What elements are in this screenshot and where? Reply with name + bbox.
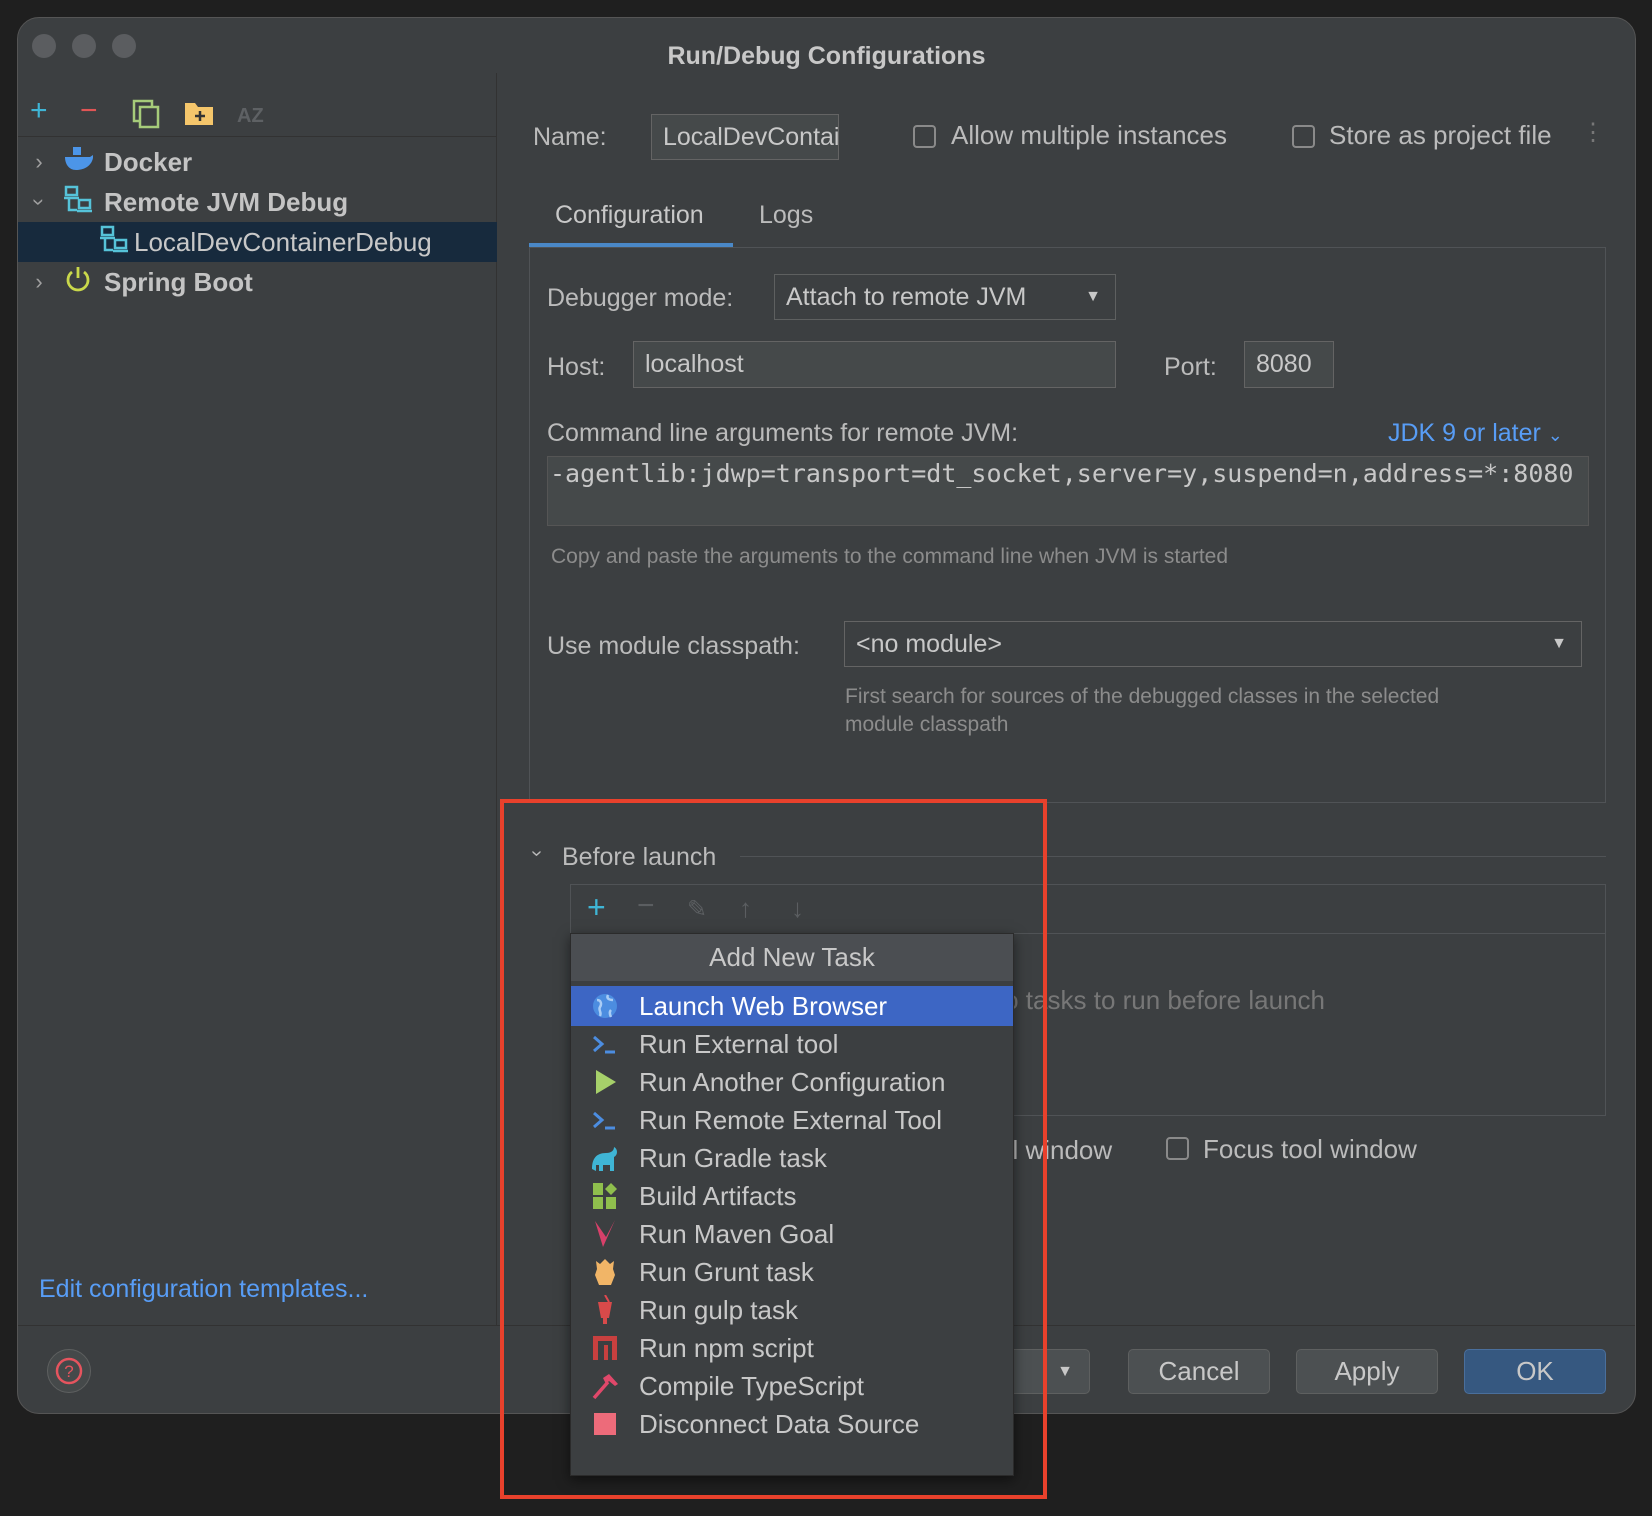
- help-icon: ?: [55, 1357, 83, 1385]
- store-project-checkbox[interactable]: [1292, 125, 1315, 148]
- chevron-right-icon[interactable]: ›: [24, 269, 54, 295]
- port-input[interactable]: 8080: [1244, 341, 1334, 388]
- sidebar: + − AZ › Docker › Remote JVM Debug Local…: [18, 73, 497, 1325]
- cmd-args-label: Command line arguments for remote JVM:: [547, 419, 1019, 447]
- module-value: <no module>: [856, 629, 1002, 658]
- debugger-mode-value: Attach to remote JVM: [786, 282, 1027, 311]
- jdk-version-link[interactable]: JDK 9 or later ⌄: [1388, 419, 1563, 448]
- tab-logs[interactable]: Logs: [759, 201, 813, 230]
- chevron-down-icon[interactable]: ›: [26, 187, 52, 217]
- tab-configuration[interactable]: Configuration: [555, 201, 704, 230]
- module-hint: First search for sources of the debugged…: [845, 685, 1440, 708]
- highlight-box: [500, 799, 1047, 1499]
- debugger-mode-label: Debugger mode:: [547, 284, 734, 312]
- remote-debug-icon: [64, 185, 104, 220]
- store-project-label: Store as project file: [1329, 120, 1552, 150]
- tree-item-localdevcontainerdebug[interactable]: LocalDevContainerDebug: [18, 222, 497, 262]
- dropdown-arrow-icon: ▼: [1085, 288, 1101, 305]
- sort-az-icon[interactable]: AZ: [237, 101, 264, 131]
- tree-item-spring-boot[interactable]: › Spring Boot: [18, 262, 497, 302]
- name-label: Name:: [533, 123, 607, 151]
- new-folder-icon[interactable]: [184, 100, 214, 132]
- help-button[interactable]: ?: [47, 1349, 91, 1393]
- svg-text:?: ?: [64, 1362, 73, 1381]
- module-classpath-label: Use module classpath:: [547, 632, 800, 660]
- name-input[interactable]: LocalDevContainerDebug: [651, 114, 839, 160]
- remote-debug-icon: [100, 225, 134, 260]
- cmd-args-hint: Copy and paste the arguments to the comm…: [551, 545, 1229, 568]
- host-input[interactable]: localhost: [633, 341, 1116, 388]
- tree-item-remote-jvm-debug[interactable]: › Remote JVM Debug: [18, 182, 497, 222]
- focus-tool-window-label: Focus tool window: [1203, 1134, 1417, 1164]
- port-label: Port:: [1164, 353, 1217, 381]
- remove-icon[interactable]: −: [80, 96, 98, 126]
- allow-multiple-checkbox[interactable]: [913, 125, 936, 148]
- cmd-args-textarea[interactable]: -agentlib:jdwp=transport=dt_socket,serve…: [547, 456, 1589, 526]
- debugger-mode-dropdown[interactable]: Attach to remote JVM ▼: [774, 274, 1116, 320]
- chevron-right-icon[interactable]: ›: [24, 149, 54, 175]
- chevron-down-icon: ⌄: [1547, 425, 1563, 445]
- module-hint: module classpath: [845, 713, 1009, 736]
- apply-button[interactable]: Apply: [1296, 1349, 1438, 1394]
- tree-item-docker[interactable]: › Docker: [18, 142, 497, 182]
- divider: [18, 136, 497, 137]
- cancel-button[interactable]: Cancel: [1128, 1349, 1270, 1394]
- copy-icon[interactable]: [132, 99, 160, 135]
- window-title: Run/Debug Configurations: [667, 42, 986, 70]
- ok-button[interactable]: OK: [1464, 1349, 1606, 1394]
- dropdown-arrow-icon: ▼: [1551, 635, 1567, 652]
- allow-multiple-label: Allow multiple instances: [951, 120, 1228, 150]
- spring-boot-icon: [64, 265, 104, 300]
- edit-templates-link[interactable]: Edit configuration templates...: [39, 1275, 368, 1304]
- docker-icon: [64, 146, 104, 179]
- host-label: Host:: [547, 353, 606, 381]
- module-classpath-dropdown[interactable]: <no module> ▼: [844, 621, 1582, 667]
- focus-tool-window-checkbox[interactable]: [1166, 1137, 1189, 1160]
- add-icon[interactable]: +: [30, 96, 48, 126]
- jdk-version-text: JDK 9 or later: [1388, 419, 1541, 447]
- more-options-icon[interactable]: ⋮: [1581, 118, 1605, 147]
